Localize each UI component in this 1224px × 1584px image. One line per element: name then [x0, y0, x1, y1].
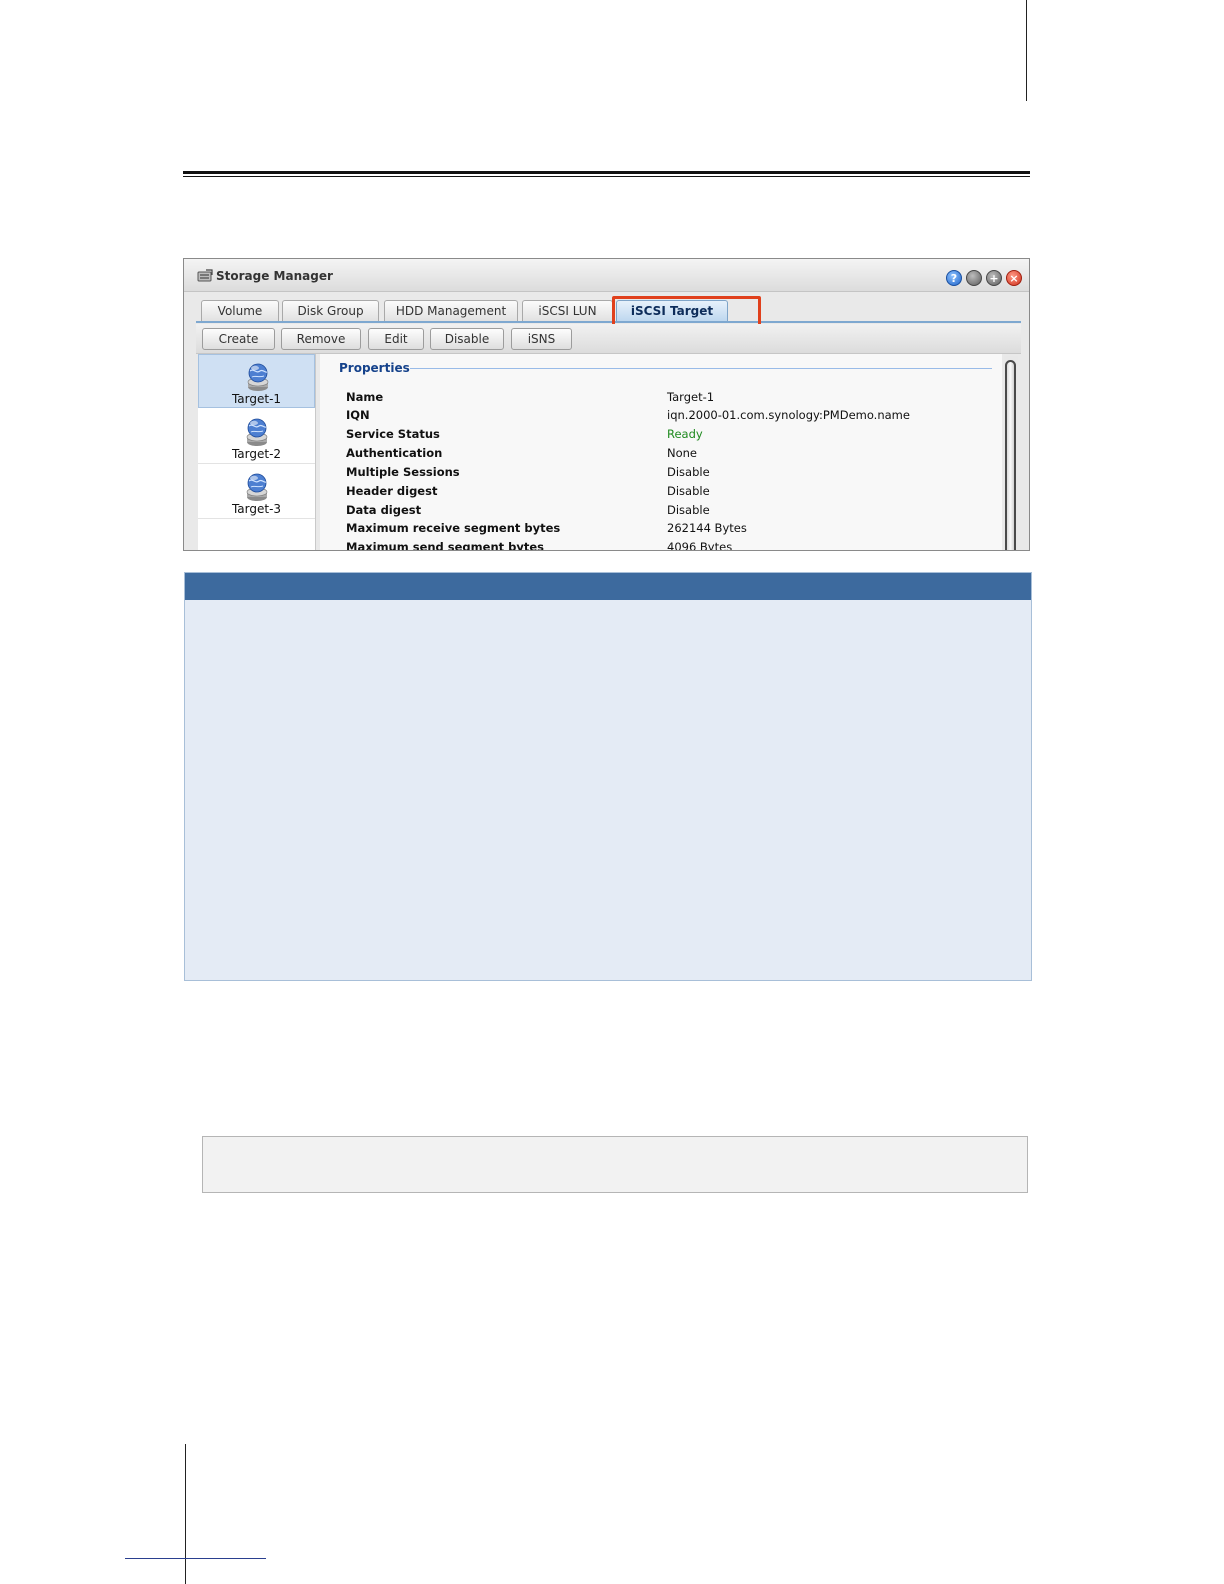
chapter-rule-thin	[183, 175, 1030, 177]
note-header-bar	[185, 573, 1031, 600]
globe-disk-icon	[246, 418, 268, 446]
property-value: None	[667, 446, 698, 460]
close-button[interactable]: ×	[1006, 270, 1022, 286]
tab-hdd-management[interactable]: HDD Management	[384, 300, 518, 322]
disable-button[interactable]: Disable	[430, 328, 504, 350]
window-titlebar: Storage Manager ? + ×	[184, 259, 1029, 292]
property-label: Header digest	[346, 484, 438, 498]
property-label: Service Status	[346, 427, 440, 441]
page-margin-line-bottom	[185, 1444, 186, 1584]
property-label: Data digest	[346, 503, 422, 517]
tab-strip-underline	[196, 321, 1021, 323]
property-row-iqn: IQN iqn.2000-01.com.synology:PMDemo.name	[346, 408, 986, 427]
storage-manager-icon	[197, 269, 213, 282]
property-value: iqn.2000-01.com.synology:PMDemo.name	[667, 408, 910, 422]
property-label: Maximum send segment bytes	[346, 540, 545, 551]
property-value: Disable	[667, 465, 710, 479]
property-row-data-digest: Data digest Disable	[346, 503, 986, 522]
property-label: Multiple Sessions	[346, 465, 460, 479]
target-list-item[interactable]: Target-1	[198, 354, 315, 408]
property-row-name: Name Target-1	[346, 390, 986, 409]
property-value: 262144 Bytes	[667, 521, 747, 535]
property-row-max-receive: Maximum receive segment bytes 262144 Byt…	[346, 521, 986, 540]
maximize-button[interactable]: +	[986, 270, 1002, 286]
property-row-multiple-sessions: Multiple Sessions Disable	[346, 465, 986, 484]
property-row-max-send: Maximum send segment bytes 4096 Bytes	[346, 540, 986, 551]
property-label: Name	[346, 390, 384, 404]
help-button[interactable]: ?	[946, 270, 962, 286]
property-label: Authentication	[346, 446, 443, 460]
chapter-rule	[183, 171, 1030, 174]
property-label: Maximum receive segment bytes	[346, 521, 561, 535]
storage-manager-window: Storage Manager ? + × Volume Disk Group …	[183, 258, 1030, 551]
tab-bar: Volume Disk Group HDD Management iSCSI L…	[184, 292, 1029, 324]
property-value: Target-1	[667, 390, 715, 404]
footer-rule	[125, 1558, 266, 1559]
properties-divider	[410, 368, 992, 369]
properties-scrollbar[interactable]	[1004, 356, 1018, 550]
target-label: Target-2	[231, 447, 282, 461]
isns-button[interactable]: iSNS	[511, 328, 572, 350]
create-button[interactable]: Create	[202, 328, 275, 350]
window-title: Storage Manager	[216, 269, 333, 283]
property-row-authentication: Authentication None	[346, 446, 986, 465]
target-label: Target-3	[231, 502, 282, 516]
page-margin-line-top	[1026, 0, 1027, 101]
target-list: Target-1 Target-2 Target-3	[198, 354, 316, 550]
tab-volume[interactable]: Volume	[201, 300, 279, 322]
target-list-item[interactable]: Target-2	[198, 410, 315, 464]
property-row-header-digest: Header digest Disable	[346, 484, 986, 503]
globe-disk-icon	[246, 473, 268, 501]
property-label: IQN	[346, 408, 370, 422]
property-row-service-status: Service Status Ready	[346, 427, 986, 446]
toolbar: Create Remove Edit Disable iSNS	[196, 324, 1021, 354]
tab-iscsi-lun[interactable]: iSCSI LUN	[522, 300, 613, 322]
grey-callout-box	[202, 1136, 1028, 1193]
status-value: Ready	[667, 427, 703, 441]
tab-disk-group[interactable]: Disk Group	[282, 300, 379, 322]
edit-button[interactable]: Edit	[368, 328, 424, 350]
minimize-button[interactable]	[966, 270, 982, 286]
note-box	[184, 572, 1032, 981]
target-label: Target-1	[231, 392, 282, 406]
property-value: Disable	[667, 503, 710, 517]
globe-disk-icon	[247, 363, 269, 391]
remove-button[interactable]: Remove	[281, 328, 361, 350]
properties-legend: Properties	[339, 361, 410, 375]
target-list-item[interactable]: Target-3	[198, 465, 315, 519]
property-value: 4096 Bytes	[667, 540, 733, 551]
property-value: Disable	[667, 484, 710, 498]
scrollbar-thumb[interactable]	[1005, 360, 1016, 550]
properties-panel: Properties Name Target-1 IQN iqn.2000-01…	[320, 354, 1002, 551]
